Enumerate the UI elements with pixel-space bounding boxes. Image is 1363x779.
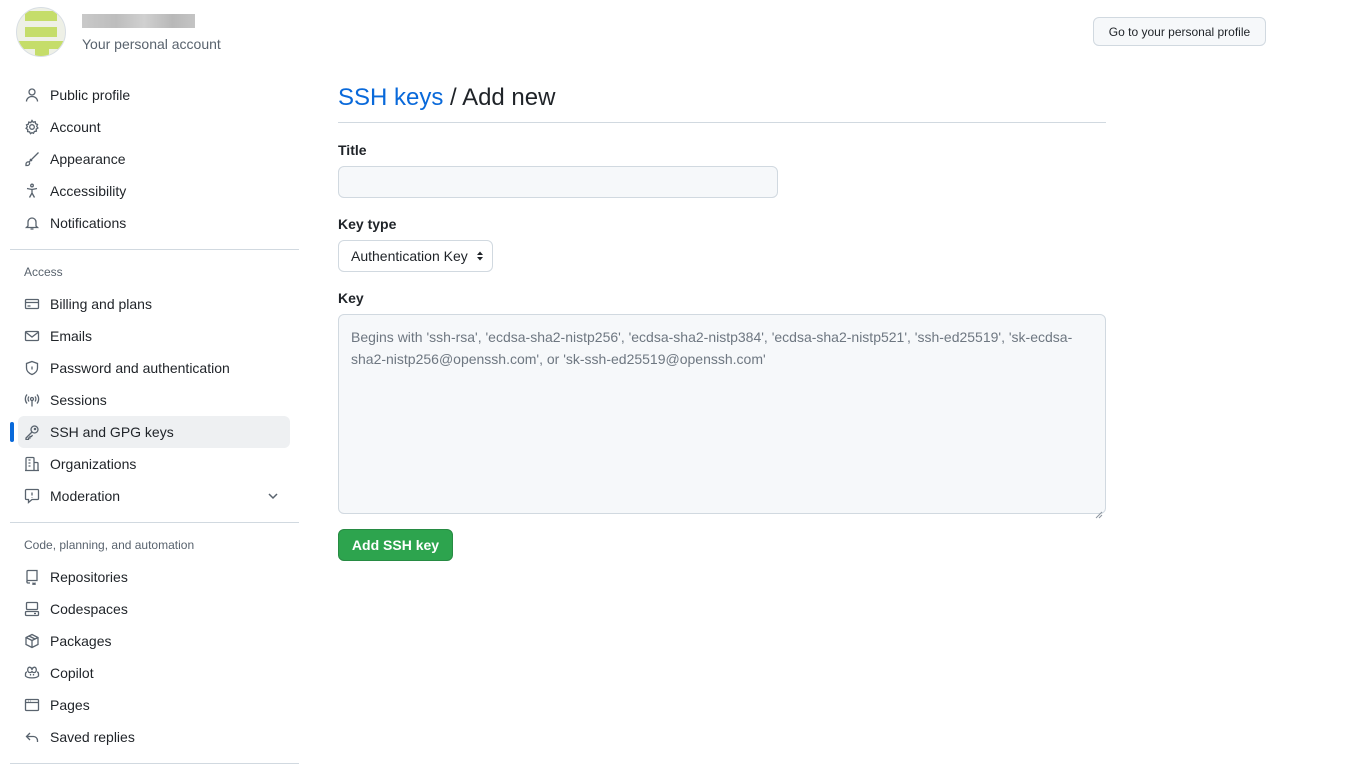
- sidebar-item-label: Codespaces: [50, 601, 128, 617]
- sidebar-item-label: Billing and plans: [50, 296, 152, 312]
- key-placeholder: Begins with 'ssh-rsa', 'ecdsa-sha2-nistp…: [351, 329, 1073, 367]
- key-icon: [24, 424, 40, 440]
- repo-icon: [24, 569, 40, 585]
- sidebar-item-label: Packages: [50, 633, 112, 649]
- sidebar-item-label: Password and authentication: [50, 360, 230, 376]
- key-textarea[interactable]: Begins with 'ssh-rsa', 'ecdsa-sha2-nistp…: [338, 314, 1106, 519]
- sidebar-item-label: Moderation: [50, 488, 121, 504]
- sidebar-item-label: Notifications: [50, 215, 127, 231]
- accessibility-icon: [24, 183, 40, 199]
- report-icon: [24, 488, 40, 504]
- gear-icon: [24, 119, 40, 135]
- sidebar-item-ssh-gpg-keys[interactable]: SSH and GPG keys: [10, 416, 290, 448]
- sidebar-item-label: Pages: [50, 697, 90, 713]
- key-type-label: Key type: [338, 216, 397, 232]
- breadcrumb-current: Add new: [462, 84, 556, 111]
- sidebar-item-account[interactable]: Account: [18, 111, 290, 143]
- reply-icon: [24, 729, 40, 745]
- sidebar-item-label: Public profile: [50, 87, 131, 103]
- chevron-down-icon[interactable]: [266, 489, 280, 503]
- sidebar-item-saved-replies[interactable]: Saved replies: [18, 721, 290, 753]
- sidebar-item-label: SSH and GPG keys: [50, 424, 174, 440]
- sidebar-item-sessions[interactable]: Sessions: [18, 384, 290, 416]
- title-label: Title: [338, 142, 367, 158]
- sidebar-item-copilot[interactable]: Copilot: [18, 657, 290, 689]
- shield-lock-icon: [24, 360, 40, 376]
- add-ssh-key-form: SSH keys / Add new Title Key type Authen…: [338, 84, 1106, 561]
- sidebar-item-codespaces[interactable]: Codespaces: [18, 593, 290, 625]
- sidebar-item-label: Account: [50, 119, 101, 135]
- key-type-selected-value: Authentication Key: [351, 248, 468, 264]
- sidebar-item-label: Emails: [50, 328, 93, 344]
- settings-sidebar: Public profile Account Appearance Access…: [10, 79, 299, 774]
- sidebar-item-billing[interactable]: Billing and plans: [18, 288, 290, 320]
- codespaces-icon: [24, 601, 40, 617]
- key-type-select[interactable]: Authentication Key: [338, 240, 493, 272]
- sidebar-item-appearance[interactable]: Appearance: [18, 143, 290, 175]
- sidebar-divider: [10, 522, 299, 523]
- organization-icon: [24, 456, 40, 472]
- select-arrows-icon: [476, 250, 484, 262]
- sidebar-item-label: Appearance: [50, 151, 126, 167]
- sidebar-item-packages[interactable]: Packages: [18, 625, 290, 657]
- resize-handle-icon[interactable]: [1095, 503, 1103, 519]
- sidebar-item-label: Saved replies: [50, 729, 135, 745]
- breadcrumb-separator: /: [443, 84, 463, 111]
- sidebar-item-public-profile[interactable]: Public profile: [18, 79, 290, 111]
- section-heading-access: Access: [24, 265, 63, 279]
- sidebar-divider: [10, 763, 299, 764]
- account-subtitle: Your personal account: [82, 36, 221, 52]
- go-to-profile-button[interactable]: Go to your personal profile: [1093, 17, 1266, 46]
- sidebar-item-label: Repositories: [50, 569, 128, 585]
- bell-icon: [24, 215, 40, 231]
- sidebar-item-label: Organizations: [50, 456, 137, 472]
- sidebar-item-repositories[interactable]: Repositories: [18, 561, 290, 593]
- sidebar-item-password-auth[interactable]: Password and authentication: [18, 352, 290, 384]
- sidebar-item-accessibility[interactable]: Accessibility: [18, 175, 290, 207]
- title-input[interactable]: [338, 166, 778, 198]
- paintbrush-icon: [24, 151, 40, 167]
- sidebar-item-notifications[interactable]: Notifications: [18, 207, 290, 239]
- breadcrumb-ssh-keys-link[interactable]: SSH keys: [338, 84, 443, 111]
- username-redacted: [82, 14, 195, 28]
- copilot-icon: [24, 665, 40, 681]
- sidebar-item-moderation[interactable]: Moderation: [18, 480, 290, 512]
- sidebar-item-pages[interactable]: Pages: [18, 689, 290, 721]
- browser-icon: [24, 697, 40, 713]
- mail-icon: [24, 328, 40, 344]
- sidebar-item-emails[interactable]: Emails: [18, 320, 290, 352]
- broadcast-icon: [24, 392, 40, 408]
- section-heading-code-planning: Code, planning, and automation: [24, 538, 195, 552]
- person-icon: [24, 87, 40, 103]
- avatar[interactable]: [16, 7, 66, 57]
- key-label: Key: [338, 290, 364, 306]
- package-icon: [24, 633, 40, 649]
- sidebar-item-organizations[interactable]: Organizations: [18, 448, 290, 480]
- sidebar-item-label: Sessions: [50, 392, 107, 408]
- add-ssh-key-button[interactable]: Add SSH key: [338, 529, 453, 561]
- credit-card-icon: [24, 296, 40, 312]
- sidebar-item-label: Accessibility: [50, 183, 127, 199]
- sidebar-item-label: Copilot: [50, 665, 94, 681]
- sidebar-divider: [10, 249, 299, 250]
- page-title: SSH keys / Add new: [338, 84, 1106, 123]
